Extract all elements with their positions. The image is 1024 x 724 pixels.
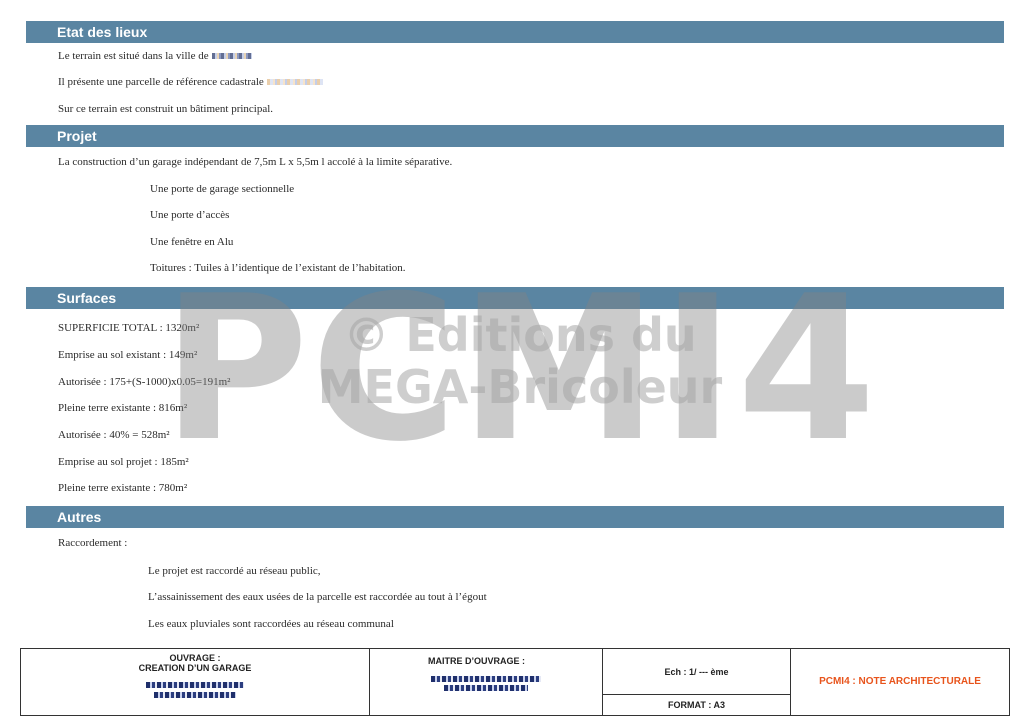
projet-item: Une porte d’accès: [150, 209, 230, 221]
watermark-editions: © Editions du: [343, 308, 697, 362]
autres-label: Raccordement :: [58, 537, 128, 549]
surface-line: Emprise au sol projet : 185m²: [58, 456, 189, 468]
redacted-address-1: [146, 682, 244, 688]
surface-line: Emprise au sol existant : 149m²: [58, 349, 198, 361]
section-header-etat: Etat des lieux: [26, 21, 1004, 43]
etat-line-batiment: Sur ce terrain est construit un bâtiment…: [58, 103, 274, 115]
maitre-label: MAITRE D’OUVRAGE :: [428, 656, 526, 666]
etat-line-parcelle: Il présente une parcelle de référence ca…: [58, 76, 323, 88]
autres-item: Les eaux pluviales sont raccordées au ré…: [148, 618, 394, 630]
surface-line: Autorisée : 175+(S-1000)x0.05=191m²: [58, 376, 231, 388]
redacted-city: [211, 53, 252, 60]
format-text: FORMAT : A3: [668, 700, 725, 710]
title-block: OUVRAGE : CREATION D’UN GARAGE MAITRE D’…: [20, 648, 1010, 716]
redacted-owner-1: [431, 676, 541, 682]
ouvrage-value: CREATION D’UN GARAGE: [138, 663, 252, 673]
scale-text: Ech : 1/ --- ème: [603, 649, 790, 695]
watermark-pcmi4: PCMI4: [162, 253, 878, 486]
projet-item: Une fenêtre en Alu: [150, 236, 234, 248]
etat-line-ville: Le terrain est situé dans la ville de: [58, 50, 252, 62]
autres-item: L’assainissement des eaux usées de la pa…: [148, 591, 487, 603]
redacted-owner-2: [444, 685, 528, 691]
surface-line: SUPERFICIE TOTAL : 1320m²: [58, 322, 200, 334]
ouvrage-cell: OUVRAGE : CREATION D’UN GARAGE: [21, 649, 370, 715]
redacted-parcel: [266, 79, 323, 86]
projet-item: Toitures : Tuiles à l’identique de l’exi…: [150, 262, 406, 274]
projet-item: Une porte de garage sectionnelle: [150, 183, 295, 195]
surface-line: Pleine terre existante : 816m²: [58, 402, 188, 414]
projet-intro: La construction d’un garage indépendant …: [58, 156, 453, 168]
maitre-cell: MAITRE D’OUVRAGE :: [370, 649, 603, 715]
doc-title-cell: PCMI4 : NOTE ARCHITECTURALE: [791, 649, 1009, 715]
surface-line: Pleine terre existante : 780m²: [58, 482, 188, 494]
section-header-surfaces: Surfaces: [26, 287, 1004, 309]
section-header-projet: Projet: [26, 125, 1004, 147]
watermark-mega-bricoleur: MEGA-Bricoleur: [317, 360, 723, 414]
redacted-address-2: [154, 692, 236, 698]
surface-line: Autorisée : 40% = 528m²: [58, 429, 170, 441]
section-header-autres: Autres: [26, 506, 1004, 528]
autres-item: Le projet est raccordé au réseau public,: [148, 565, 321, 577]
scale-cell: Ech : 1/ --- ème FORMAT : A3: [603, 649, 791, 715]
ouvrage-label: OUVRAGE :: [169, 653, 221, 663]
doc-title: PCMI4 : NOTE ARCHITECTURALE: [819, 676, 981, 687]
